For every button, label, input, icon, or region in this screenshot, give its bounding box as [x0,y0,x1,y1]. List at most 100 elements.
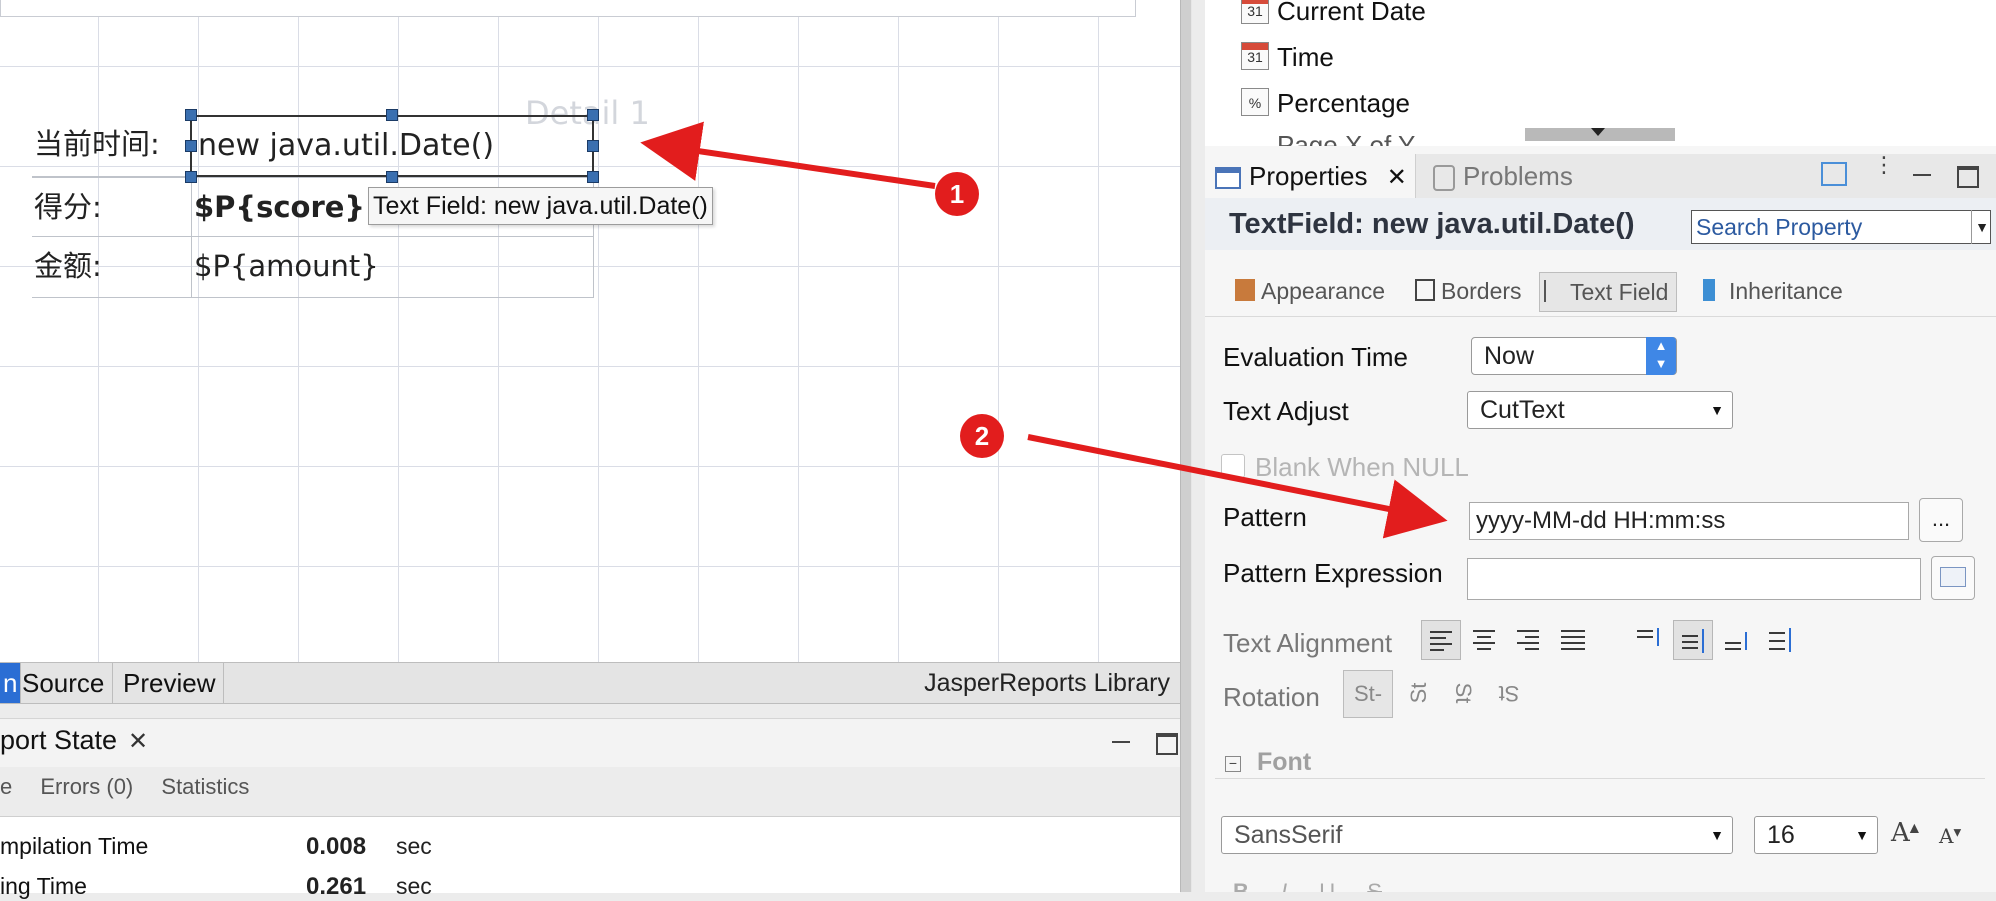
selected-field-expression: new java.util.Date() [198,128,495,163]
rotation-upside-down-button[interactable]: St [1485,670,1533,716]
tab-text-field[interactable]: Text Field [1539,272,1678,312]
pattern-browse-button[interactable]: ... [1919,498,1963,542]
evaluation-time-select[interactable]: Now ▲ ▼ [1471,337,1677,375]
tab-source[interactable]: Source [14,663,114,703]
view-menu-icon[interactable]: ⋮ [1873,154,1895,176]
valign-bottom-button[interactable] [1717,620,1757,660]
maximize-icon[interactable] [1957,166,1979,188]
pin-icon[interactable] [1821,162,1847,186]
palette-item-page-x-of-y[interactable]: Page X of Y [1277,130,1415,146]
object-title: TextField: new java.util.Date() [1229,208,1635,240]
label-cell-score[interactable]: 得分: [32,177,192,237]
font-shrink-button[interactable]: A▼ [1939,824,1961,848]
rotation-none-button[interactable]: St- [1343,670,1393,718]
inheritance-icon [1703,279,1715,301]
align-left-button[interactable] [1421,620,1461,660]
font-section-header[interactable]: − Font [1215,748,1985,779]
valign-justify-button[interactable] [1761,620,1801,660]
borders-icon [1415,279,1435,301]
vertical-splitter[interactable] [1180,0,1192,892]
updown-icon: ▲ ▼ [1646,337,1676,375]
rotation-label: Rotation [1223,682,1320,712]
report-state-header: port State ✕ [0,718,1180,767]
close-icon[interactable]: ✕ [128,727,148,756]
report-design-canvas[interactable]: Detail 1 当前时间: 得分: $P{score} 金额: $P{amou… [0,0,1180,662]
expression-editor-icon [1940,567,1966,587]
tab-preview[interactable]: Preview [115,663,225,703]
align-center-button[interactable] [1465,620,1505,660]
stat-compilation-label: mpilation Time [0,833,149,859]
palette-scroll-indicator[interactable] [1525,128,1675,141]
palette-item-current-date[interactable]: 31 Current Date [1241,0,1426,28]
calendar-icon: 31 [1241,42,1269,70]
palette-item-time[interactable]: 31 Time [1241,40,1334,74]
pattern-input[interactable]: yyyy-MM-dd HH:mm:ss [1469,502,1909,540]
font-size-select[interactable]: 16 ▼ [1754,816,1878,854]
palette-panel: 31 Current Date 31 Time % Percentage Pag… [1205,0,1996,146]
chevron-down-icon: ▼ [1710,827,1724,843]
blank-when-null-label: Blank When NULL [1255,452,1469,482]
object-title-row: TextField: new java.util.Date() Search P… [1205,198,1996,250]
chevron-down-icon[interactable]: ▼ [1971,210,1992,244]
rotation-left-button[interactable]: St [1396,669,1442,717]
subtab-summary[interactable]: e [0,774,12,799]
resize-handle-w[interactable] [185,140,197,152]
pattern-label: Pattern [1223,502,1307,532]
valign-top-button[interactable] [1629,620,1669,660]
resize-handle-nw[interactable] [185,109,197,121]
text-adjust-select[interactable]: CutText ▼ [1467,391,1733,429]
minimize-icon[interactable] [1112,723,1130,743]
annotation-badge-1: 1 [935,172,979,216]
section-tabs: Appearance Borders Text Field Inheritanc… [1205,266,1996,317]
minimize-icon[interactable] [1913,160,1931,176]
pattern-expression-input[interactable] [1467,558,1921,600]
font-grow-button[interactable]: A▲ [1891,818,1919,848]
resize-handle-sw[interactable] [185,171,197,183]
close-icon[interactable]: ✕ [1387,164,1407,191]
text-adjust-label: Text Adjust [1223,396,1349,426]
stat-filling-unit: sec [396,873,432,899]
resize-handle-n[interactable] [386,109,398,121]
expression-editor-button[interactable] [1931,556,1975,600]
properties-icon [1215,167,1241,190]
label-cell-current-time[interactable]: 当前时间: [32,115,192,177]
blank-when-null-checkbox[interactable] [1221,454,1245,478]
palette-item-percentage[interactable]: % Percentage [1241,86,1410,120]
problems-icon [1433,165,1455,192]
search-property-input[interactable]: Search Property [1691,210,1991,244]
italic-button[interactable]: I [1281,879,1287,892]
tab-inheritance[interactable]: Inheritance [1699,272,1843,310]
font-family-select[interactable]: SansSerif ▼ [1221,816,1733,854]
maximize-icon[interactable] [1156,733,1178,755]
label-cell-amount[interactable]: 金额: [32,236,192,298]
selected-text-field[interactable]: new java.util.Date() [190,115,594,177]
annotation-badge-2: 2 [960,414,1004,458]
underline-button[interactable]: U [1319,879,1335,892]
report-state-title[interactable]: port State [0,725,117,756]
tab-appearance[interactable]: Appearance [1231,272,1385,310]
properties-tab-bar: Properties ✕ Problems ⋮ [1205,154,1996,199]
resize-handle-ne[interactable] [587,109,599,121]
tab-problems[interactable]: Problems [1433,154,1573,198]
properties-panel: Properties ✕ Problems ⋮ TextField: new j… [1205,146,1996,892]
strikethrough-button[interactable]: S [1367,879,1382,892]
tab-borders[interactable]: Borders [1411,272,1522,310]
collapse-icon[interactable]: − [1225,756,1241,772]
appearance-icon [1235,279,1255,301]
bold-button[interactable]: B [1233,879,1249,892]
align-right-button[interactable] [1509,620,1549,660]
text-alignment-label: Text Alignment [1223,628,1393,658]
valign-middle-button[interactable] [1673,620,1713,660]
statistics-panel: mpilation Time 0.008 sec ing Time 0.261 … [0,816,1180,900]
align-justify-button[interactable] [1553,620,1593,660]
rotation-right-button[interactable]: St [1440,669,1486,717]
resize-handle-se[interactable] [587,171,599,183]
subtab-errors[interactable]: Errors (0) [40,774,133,799]
field-cell-amount[interactable]: $P{amount} [191,236,594,298]
tab-properties[interactable]: Properties ✕ [1205,154,1416,198]
resize-handle-s[interactable] [386,171,398,183]
resize-handle-e[interactable] [587,140,599,152]
calendar-icon: 31 [1241,0,1269,24]
editor-tab-bar: n Source Preview JasperReports Library [0,662,1180,704]
subtab-statistics[interactable]: Statistics [161,774,249,799]
